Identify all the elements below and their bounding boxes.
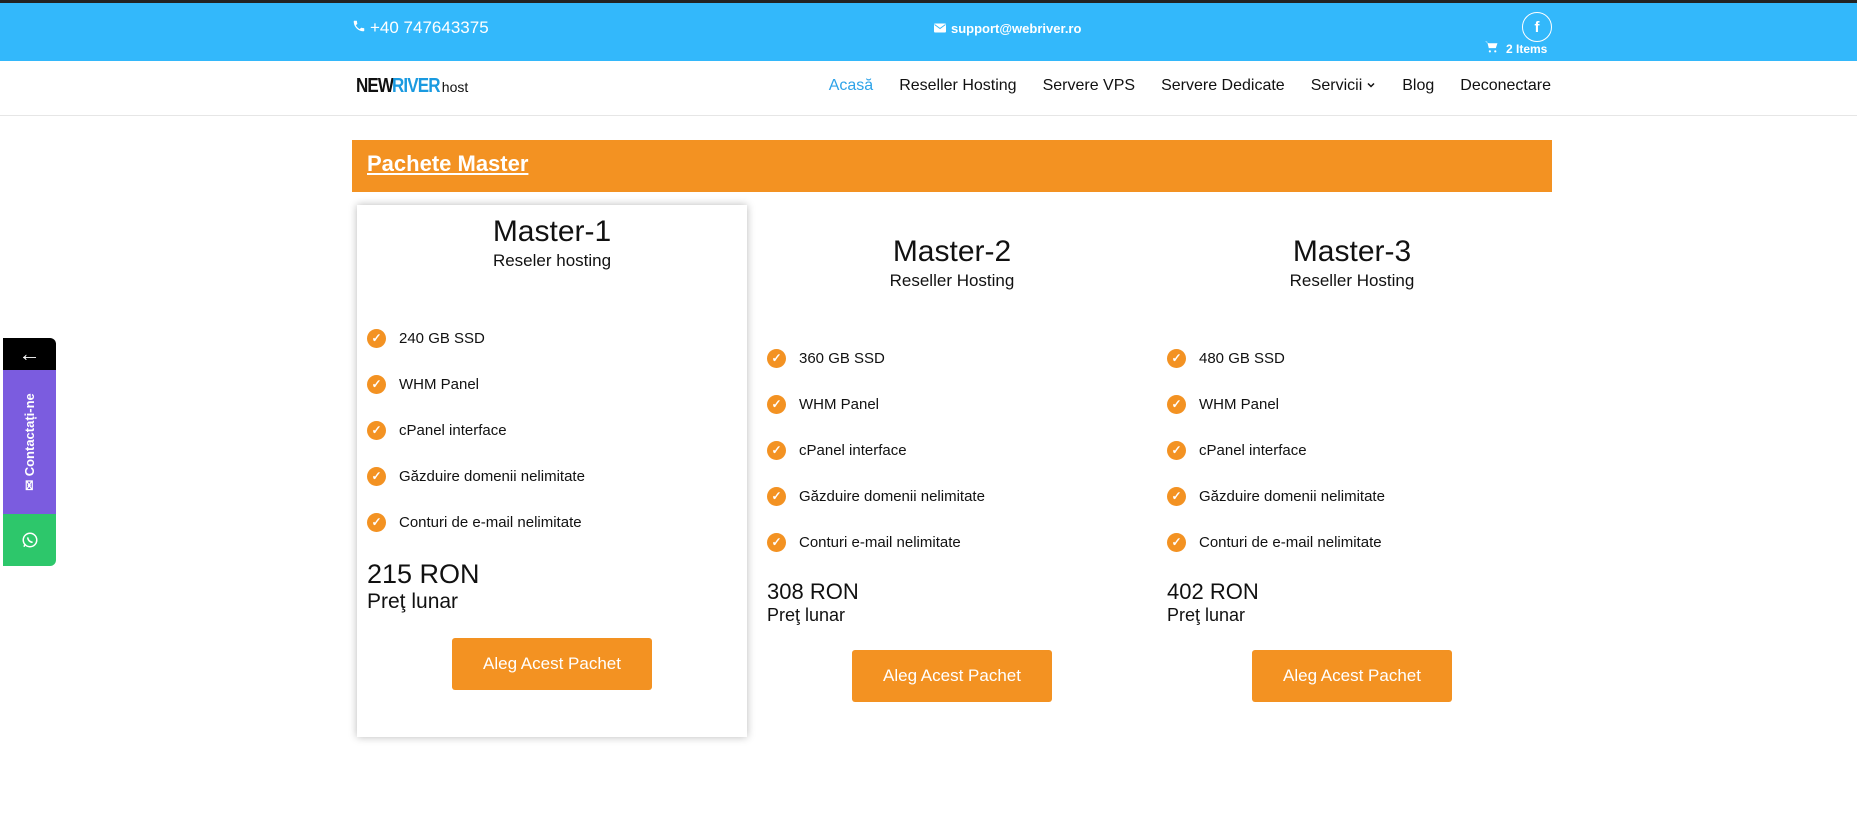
feature-item: ✓ WHM Panel xyxy=(1167,381,1547,427)
plan-subtitle: Reseller Hosting xyxy=(889,271,1015,290)
check-icon: ✓ xyxy=(767,394,786,414)
feature-item: ✓ Conturi de e-mail nelimitate xyxy=(367,499,747,545)
plan-card-master-3: Master-3 Reseller Hosting ✓ 480 GB SSD ✓ W… xyxy=(1157,225,1547,702)
contact-tab-label: ✉ Contactați-ne xyxy=(21,393,37,491)
facebook-icon[interactable]: f xyxy=(1522,12,1552,42)
nav-item-servicii[interactable]: Servicii xyxy=(1311,77,1377,95)
check-icon: ✓ xyxy=(1167,486,1186,506)
nav-item-servere-dedicate[interactable]: Servere Dedicate xyxy=(1161,77,1285,95)
section-banner: Pachete Master xyxy=(352,140,1552,192)
feature-item: ✓ 360 GB SSD xyxy=(767,335,1147,381)
topbar: +40 747643375 support@webriver.ro f 2 It… xyxy=(0,3,1857,61)
check-icon: ✓ xyxy=(367,420,386,440)
plan-price: 215 RON xyxy=(367,559,480,589)
feature-item: ✓ Conturi e-mail nelimitate xyxy=(767,519,1147,565)
choose-plan-button[interactable]: Aleg Acest Pachet xyxy=(1252,650,1452,702)
mail-icon xyxy=(934,21,946,36)
feature-list: ✓ 240 GB SSD ✓ WHM Panel ✓ cPanel interface… xyxy=(357,315,747,545)
logo-part-new: NEW xyxy=(356,75,394,97)
nav-item-reseller-hosting[interactable]: Reseller Hosting xyxy=(899,77,1016,95)
phone-link[interactable]: +40 747643375 xyxy=(352,18,489,38)
plan-name: Master-3 xyxy=(1292,235,1412,268)
feature-item: ✓ cPanel interface xyxy=(767,427,1147,473)
feature-item: ✓ WHM Panel xyxy=(767,381,1147,427)
plan-subtitle: Reseller Hosting xyxy=(1289,271,1415,290)
plan-name: Master-2 xyxy=(892,235,1012,268)
feature-list: ✓ 360 GB SSD ✓ WHM Panel ✓ cPanel interface… xyxy=(757,335,1147,565)
email-address: support@webriver.ro xyxy=(951,21,1082,36)
feature-item: ✓ 480 GB SSD xyxy=(1167,335,1547,381)
plan-name: Master-1 xyxy=(492,215,612,248)
check-icon: ✓ xyxy=(1167,394,1186,414)
check-icon: ✓ xyxy=(367,374,386,394)
feature-item: ✓ cPanel interface xyxy=(1167,427,1547,473)
choose-plan-button[interactable]: Aleg Acest Pachet xyxy=(452,638,652,690)
plan-card-master-2: Master-2 Reseller Hosting ✓ 360 GB SSD ✓ W… xyxy=(757,225,1147,702)
plan-price: 402 RON xyxy=(1167,579,1259,604)
phone-number: +40 747643375 xyxy=(370,18,489,37)
chevron-down-icon xyxy=(1366,77,1376,95)
check-icon: ✓ xyxy=(767,486,786,506)
logo-part-river: RIVER xyxy=(391,75,441,97)
check-icon: ✓ xyxy=(1167,348,1186,368)
cart-link[interactable]: 2 Items xyxy=(1485,41,1547,56)
nav-item-acasa[interactable]: Acasă xyxy=(829,77,873,95)
contact-tab[interactable]: ✉ Contactați-ne xyxy=(3,370,56,514)
cart-count: 2 Items xyxy=(1506,41,1548,56)
feature-item: ✓ WHM Panel xyxy=(367,361,747,407)
check-icon: ✓ xyxy=(367,512,386,532)
check-icon: ✓ xyxy=(1167,532,1186,552)
email-link[interactable]: support@webriver.ro xyxy=(934,21,1081,36)
choose-plan-button[interactable]: Aleg Acest Pachet xyxy=(852,650,1052,702)
check-icon: ✓ xyxy=(1167,440,1186,460)
feature-item: ✓ Găzduire domenii nelimitate xyxy=(767,473,1147,519)
main-nav: Acasă Reseller Hosting Servere VPS Serve… xyxy=(829,77,1551,95)
banner-title[interactable]: Pachete Master xyxy=(367,151,528,177)
side-widget: ← ✉ Contactați-ne xyxy=(3,338,56,566)
feature-list: ✓ 480 GB SSD ✓ WHM Panel ✓ cPanel interface… xyxy=(1157,335,1547,565)
plan-card-master-1: Master-1 Reseler hosting ✓ 240 GB SSD ✓ WH… xyxy=(357,205,747,737)
check-icon: ✓ xyxy=(767,440,786,460)
plan-subtitle: Reseler hosting xyxy=(492,251,612,270)
check-icon: ✓ xyxy=(367,466,386,486)
feature-item: ✓ Găzduire domenii nelimitate xyxy=(1167,473,1547,519)
navbar: NEW RIVER host Acasă Reseller Hosting Se… xyxy=(0,61,1857,116)
collapse-arrow-icon[interactable]: ← xyxy=(3,338,56,370)
phone-icon xyxy=(352,18,366,38)
feature-item: ✓ cPanel interface xyxy=(367,407,747,453)
check-icon: ✓ xyxy=(767,532,786,552)
plan-price-label: Preţ lunar xyxy=(767,605,846,625)
feature-item: ✓ Găzduire domenii nelimitate xyxy=(367,453,747,499)
logo[interactable]: NEW RIVER host xyxy=(356,75,468,98)
nav-item-blog[interactable]: Blog xyxy=(1402,77,1434,95)
feature-item: ✓ Conturi de e-mail nelimitate xyxy=(1167,519,1547,565)
plan-price: 308 RON xyxy=(767,579,859,604)
feature-item: ✓ 240 GB SSD xyxy=(367,315,747,361)
nav-item-servere-vps[interactable]: Servere VPS xyxy=(1043,77,1135,95)
check-icon: ✓ xyxy=(767,348,786,368)
logo-part-host: host xyxy=(441,79,469,95)
cart-icon xyxy=(1485,41,1498,56)
check-icon: ✓ xyxy=(367,328,386,348)
plan-price-label: Preţ lunar xyxy=(367,590,459,613)
nav-item-deconectare[interactable]: Deconectare xyxy=(1460,77,1551,95)
whatsapp-icon[interactable] xyxy=(3,514,56,566)
plan-price-label: Preţ lunar xyxy=(1167,605,1246,625)
